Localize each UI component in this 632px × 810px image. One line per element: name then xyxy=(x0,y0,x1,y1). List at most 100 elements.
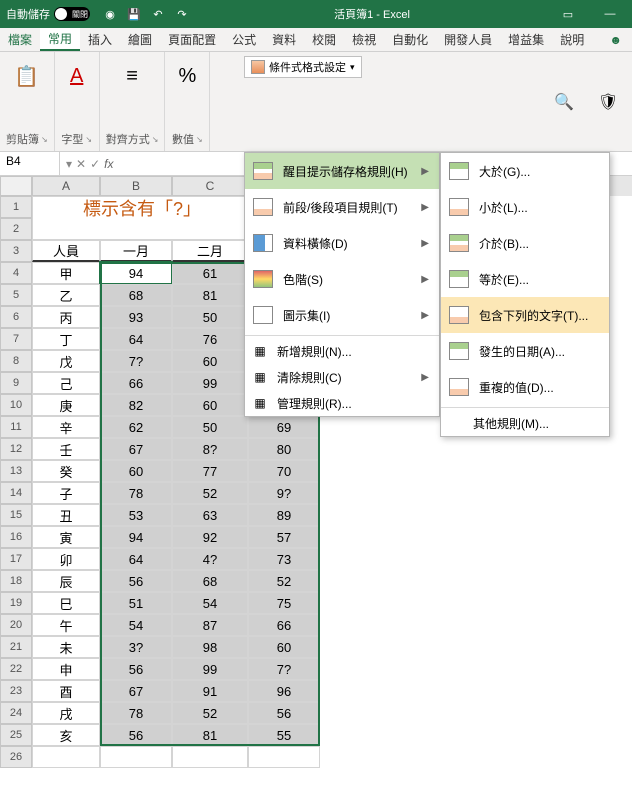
cell-value[interactable]: 93 xyxy=(100,306,172,328)
tab-data[interactable]: 資料 xyxy=(264,28,304,51)
name-box[interactable]: B4 xyxy=(0,152,60,175)
tab-formulas[interactable]: 公式 xyxy=(224,28,264,51)
paste-icon[interactable]: 📋 xyxy=(11,56,43,96)
menu-highlight-cells-rules[interactable]: 醒目提示儲存格規則(H) ▶ xyxy=(245,153,439,189)
cell-person[interactable]: 丁 xyxy=(32,328,100,350)
tab-automate[interactable]: 自動化 xyxy=(384,28,436,51)
submenu-text-contains[interactable]: 包含下列的文字(T)... xyxy=(441,297,609,333)
cell-value[interactable]: 69 xyxy=(248,416,320,438)
font-icon[interactable]: A xyxy=(61,56,93,96)
tab-addins[interactable]: 增益集 xyxy=(500,28,552,51)
row-header[interactable]: 10 xyxy=(0,394,32,416)
cell-value[interactable]: 3? xyxy=(100,636,172,658)
cell-value[interactable]: 55 xyxy=(248,724,320,746)
row-header[interactable]: 7 xyxy=(0,328,32,350)
cell-person[interactable]: 己 xyxy=(32,372,100,394)
submenu-less-than[interactable]: 小於(L)... xyxy=(441,189,609,225)
cell-value[interactable]: 7? xyxy=(100,350,172,372)
submenu-greater-than[interactable]: 大於(G)... xyxy=(441,153,609,189)
row-header[interactable]: 15 xyxy=(0,504,32,526)
cell-value[interactable]: 4? xyxy=(172,548,248,570)
cell-value[interactable]: 56 xyxy=(248,702,320,724)
row-header[interactable]: 1 xyxy=(0,196,32,218)
row-header[interactable]: 8 xyxy=(0,350,32,372)
cell-value[interactable]: 53 xyxy=(100,504,172,526)
row-header[interactable]: 3 xyxy=(0,240,32,262)
cell-value[interactable]: 57 xyxy=(248,526,320,548)
row-header[interactable]: 17 xyxy=(0,548,32,570)
row-header[interactable]: 20 xyxy=(0,614,32,636)
cell[interactable] xyxy=(172,746,248,768)
tab-home[interactable]: 常用 xyxy=(40,28,80,51)
row-header[interactable]: 22 xyxy=(0,658,32,680)
row-header[interactable]: 13 xyxy=(0,460,32,482)
cell-person[interactable]: 丑 xyxy=(32,504,100,526)
cell-value[interactable]: 99 xyxy=(172,372,248,394)
row-header[interactable]: 26 xyxy=(0,746,32,768)
cell-value[interactable]: 61 xyxy=(172,262,248,284)
cell-value[interactable]: 67 xyxy=(100,438,172,460)
cell-value[interactable]: 70 xyxy=(248,460,320,482)
name-dropdown-icon[interactable]: ▾ xyxy=(66,157,72,171)
cell-value[interactable]: 75 xyxy=(248,592,320,614)
cell-person[interactable]: 卯 xyxy=(32,548,100,570)
fx-icon[interactable]: fx xyxy=(104,157,113,171)
align-icon[interactable]: ≡ xyxy=(116,56,148,96)
row-header[interactable]: 16 xyxy=(0,526,32,548)
cell-value[interactable]: 52 xyxy=(172,482,248,504)
cell-person[interactable]: 酉 xyxy=(32,680,100,702)
cell-value[interactable]: 82 xyxy=(100,394,172,416)
cell-value[interactable]: 51 xyxy=(100,592,172,614)
cell-value[interactable]: 94 xyxy=(100,262,172,284)
cell-value[interactable]: 76 xyxy=(172,328,248,350)
cell-value[interactable]: 98 xyxy=(172,636,248,658)
cell-value[interactable]: 99 xyxy=(172,658,248,680)
cell-value[interactable]: 60 xyxy=(248,636,320,658)
row-header[interactable]: 25 xyxy=(0,724,32,746)
tab-developer[interactable]: 開發人員 xyxy=(436,28,500,51)
sensitivity-icon[interactable]: 🛡 xyxy=(588,82,628,122)
tab-file[interactable]: 檔案 xyxy=(0,28,40,51)
cell-person[interactable]: 子 xyxy=(32,482,100,504)
cell-value[interactable]: 78 xyxy=(100,702,172,724)
row-header[interactable]: 6 xyxy=(0,306,32,328)
cell-value[interactable]: 87 xyxy=(172,614,248,636)
tab-view[interactable]: 檢視 xyxy=(344,28,384,51)
row-header[interactable]: 19 xyxy=(0,592,32,614)
cell-value[interactable]: 94 xyxy=(100,526,172,548)
cell-value[interactable]: 66 xyxy=(100,372,172,394)
row-header[interactable]: 2 xyxy=(0,218,32,240)
cell-value[interactable]: 54 xyxy=(172,592,248,614)
undo-icon[interactable]: ↶ xyxy=(150,6,166,22)
cell-person[interactable]: 甲 xyxy=(32,262,100,284)
cell-person[interactable]: 戊 xyxy=(32,350,100,372)
col-header-A[interactable]: A xyxy=(32,176,100,196)
cell-value[interactable]: 77 xyxy=(172,460,248,482)
menu-data-bars[interactable]: 資料橫條(D) ▶ xyxy=(245,225,439,261)
cell-value[interactable]: 68 xyxy=(172,570,248,592)
cell-person[interactable]: 未 xyxy=(32,636,100,658)
cell-value[interactable]: 52 xyxy=(172,702,248,724)
row-header[interactable]: 12 xyxy=(0,438,32,460)
cell-value[interactable]: 81 xyxy=(172,724,248,746)
cell-value[interactable]: 56 xyxy=(100,658,172,680)
cell-person[interactable]: 癸 xyxy=(32,460,100,482)
menu-icon-sets[interactable]: 圖示集(I) ▶ xyxy=(245,297,439,333)
save-icon[interactable]: 💾 xyxy=(126,6,142,22)
cell-person[interactable]: 申 xyxy=(32,658,100,680)
cell-person[interactable]: 亥 xyxy=(32,724,100,746)
cell-value[interactable]: 66 xyxy=(248,614,320,636)
menu-new-rule[interactable]: ▦ 新增規則(N)... xyxy=(245,338,439,364)
cell-value[interactable]: 62 xyxy=(100,416,172,438)
cell-value[interactable]: 7? xyxy=(248,658,320,680)
cell-value[interactable]: 50 xyxy=(172,306,248,328)
cell-person[interactable]: 辰 xyxy=(32,570,100,592)
row-header[interactable]: 11 xyxy=(0,416,32,438)
cell-value[interactable]: 56 xyxy=(100,724,172,746)
submenu-between[interactable]: 介於(B)... xyxy=(441,225,609,261)
cell-person[interactable]: 巳 xyxy=(32,592,100,614)
row-header[interactable]: 23 xyxy=(0,680,32,702)
cell-value[interactable]: 78 xyxy=(100,482,172,504)
cell-value[interactable]: 56 xyxy=(100,570,172,592)
cell-value[interactable]: 64 xyxy=(100,548,172,570)
